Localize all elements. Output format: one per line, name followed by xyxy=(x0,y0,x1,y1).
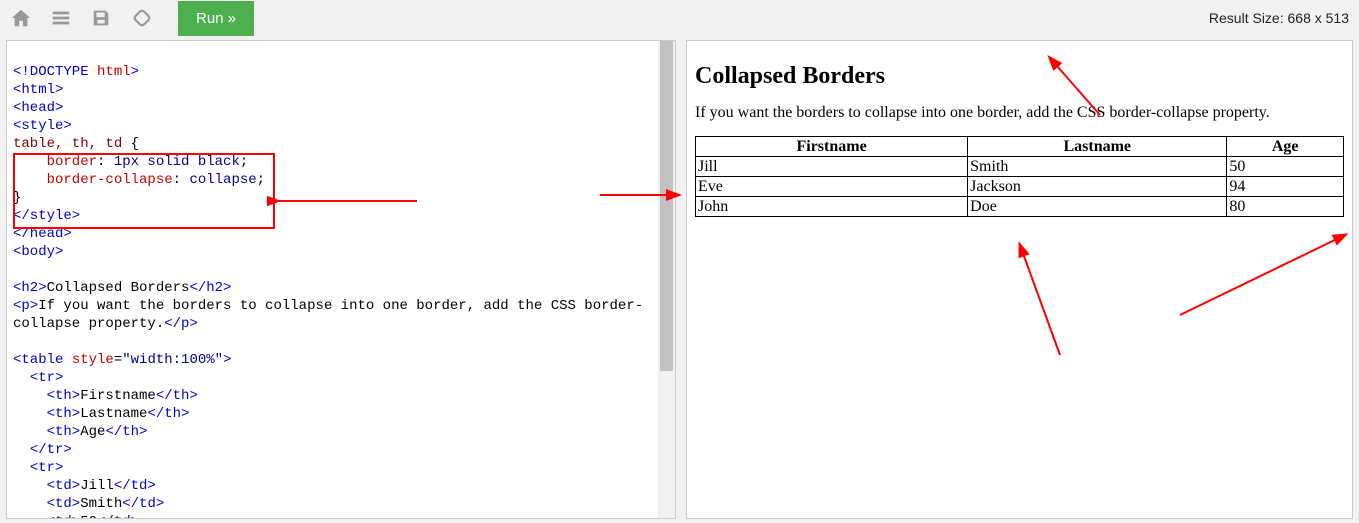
preview-paragraph: If you want the borders to collapse into… xyxy=(695,104,1344,122)
preview-heading: Collapsed Borders xyxy=(695,63,1344,90)
toolbar: Run » Result Size: 668 x 513 xyxy=(0,0,1359,36)
table-row: Firstname Lastname Age xyxy=(696,137,1344,157)
preview-table: Firstname Lastname Age Jill Smith 50 Eve… xyxy=(695,136,1344,217)
table-row: John Doe 80 xyxy=(696,197,1344,217)
menu-icon[interactable] xyxy=(50,7,72,29)
table-header: Lastname xyxy=(968,137,1227,157)
result-pane: Collapsed Borders If you want the border… xyxy=(686,40,1353,519)
code-editor-pane: <!DOCTYPE html> <html> <head> <style> ta… xyxy=(6,40,676,519)
panes: <!DOCTYPE html> <html> <head> <style> ta… xyxy=(0,36,1359,523)
scrollbar[interactable] xyxy=(658,41,675,518)
run-button[interactable]: Run » xyxy=(178,1,254,36)
save-icon[interactable] xyxy=(90,7,112,29)
result-size: Result Size: 668 x 513 xyxy=(1209,10,1349,26)
rotate-icon[interactable] xyxy=(130,6,154,30)
table-header: Firstname xyxy=(696,137,968,157)
table-row: Jill Smith 50 xyxy=(696,157,1344,177)
home-icon[interactable] xyxy=(10,7,32,29)
code-editor[interactable]: <!DOCTYPE html> <html> <head> <style> ta… xyxy=(7,41,675,518)
scrollbar-thumb[interactable] xyxy=(660,41,673,371)
table-row: Eve Jackson 94 xyxy=(696,177,1344,197)
table-header: Age xyxy=(1227,137,1344,157)
